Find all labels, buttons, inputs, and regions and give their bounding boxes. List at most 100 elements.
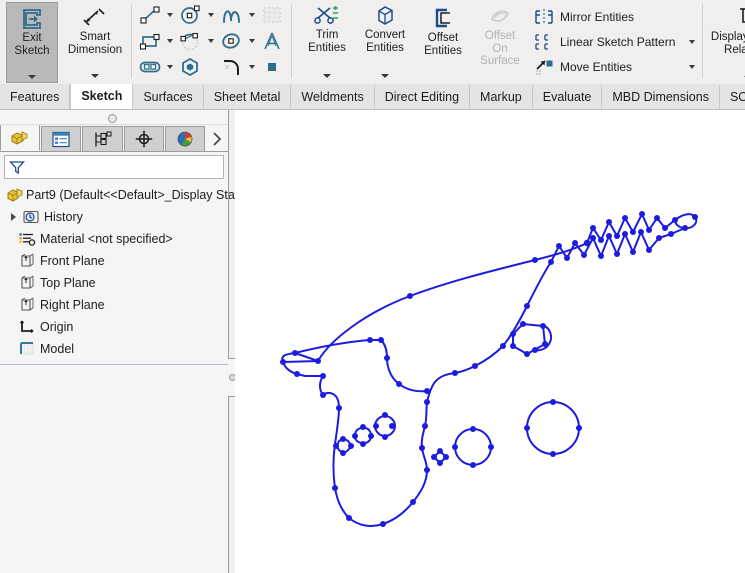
move-entities-label: Move Entities (560, 59, 633, 74)
convert-entities-dropdown-arrow[interactable] (381, 74, 389, 78)
ellipse-icon[interactable] (218, 29, 246, 53)
sketch-plane-icon[interactable] (259, 3, 287, 27)
offset-entities-label-1: Offset (427, 32, 459, 44)
sketch-fin-bottom (398, 383, 428, 393)
smart-dimension-icon (82, 5, 108, 31)
circle-tool-cell (176, 2, 217, 28)
tree-item-top-plane-label: Top Plane (40, 276, 96, 290)
arc-tool-cell (176, 28, 217, 54)
arc-tool-dropdown-arrow[interactable] (205, 29, 216, 53)
tree-item-right-plane[interactable]: Right Plane (0, 294, 228, 316)
property-manager-tab[interactable] (41, 126, 82, 151)
offset-entities-button[interactable]: Offset Entities (415, 0, 471, 84)
tab-weldments[interactable]: Weldments (291, 85, 375, 109)
ray-gun-sketch[interactable] (235, 110, 745, 573)
display-manager-tab[interactable] (164, 126, 206, 151)
line-tool-dropdown-arrow[interactable] (164, 3, 175, 27)
trim-entities-button[interactable]: Trim Entities (299, 0, 355, 81)
auto-show-pin-icon[interactable] (108, 114, 117, 123)
sketch-fillet-icon[interactable] (218, 55, 246, 79)
configuration-manager-tab[interactable] (82, 126, 123, 151)
spline-icon[interactable] (218, 3, 246, 27)
tab-evaluate[interactable]: Evaluate (533, 85, 603, 109)
history-expand-arrow[interactable] (6, 213, 20, 221)
tree-item-model[interactable]: Model (0, 338, 228, 360)
feature-tree: Part9 (Default<<Default>_Display Stat Hi… (0, 179, 238, 365)
ribbon-group-sketch-state: Exit Sketch (0, 0, 62, 84)
sketch-points[interactable] (280, 211, 698, 527)
tab-markup[interactable]: Markup (470, 85, 533, 109)
sketch-nose (281, 352, 319, 363)
linear-sketch-pattern-dropdown-arrow[interactable] (685, 39, 699, 44)
sketch-point-icon[interactable] (259, 55, 287, 79)
spline-tool-dropdown-arrow[interactable] (246, 3, 257, 27)
tree-bottom-separator (0, 364, 228, 365)
exit-sketch-dropdown-arrow[interactable] (28, 75, 36, 79)
trim-entities-dropdown-arrow[interactable] (323, 74, 331, 78)
exit-sketch-label-1: Exit (22, 32, 42, 44)
command-manager-tab-bar: Features Sketch Surfaces Sheet Metal Wel… (0, 84, 745, 110)
offset-entities-label-2: Entities (424, 44, 462, 57)
rectangle-tool-dropdown-arrow[interactable] (164, 29, 175, 53)
feature-manager-tab[interactable] (0, 124, 41, 151)
line-icon[interactable] (136, 3, 164, 27)
sketch-fin-curve (380, 339, 400, 385)
tab-sketch[interactable]: Sketch (70, 84, 134, 109)
dimxpert-icon (135, 130, 152, 148)
fillet-tool-dropdown-arrow[interactable] (246, 55, 257, 79)
tab-direct-editing[interactable]: Direct Editing (375, 85, 471, 109)
tab-features[interactable]: Features (0, 85, 71, 109)
tab-sheet-metal[interactable]: Sheet Metal (204, 85, 292, 109)
mirror-entities-button[interactable]: Mirror Entities (531, 4, 699, 29)
panel-tab-strip (0, 124, 228, 152)
tab-mbd-dimensions[interactable]: MBD Dimensions (602, 85, 720, 109)
slot-icon[interactable] (136, 55, 164, 79)
move-entities-button[interactable]: Move Entities (531, 54, 699, 79)
smart-dimension-dropdown-arrow[interactable] (91, 74, 99, 78)
trim-entities-label-2: Entities (308, 41, 346, 54)
tree-item-part[interactable]: Part9 (Default<<Default>_Display Stat (0, 184, 238, 206)
smart-dimension-button[interactable]: Smart Dimension (64, 2, 126, 81)
display-delete-relations-button[interactable]: Display/Delete Relations (706, 0, 745, 83)
panel-splitter[interactable] (222, 110, 236, 573)
tree-item-part-label: Part9 (Default<<Default>_Display Stat (26, 188, 239, 202)
sketch-circle-medium (454, 428, 492, 466)
arc-icon[interactable] (177, 29, 205, 53)
feature-tree-icon (11, 130, 28, 145)
convert-entities-icon (372, 3, 398, 29)
tab-solidworks-addins[interactable]: SOLIDWORKS Add (720, 85, 745, 109)
move-entities-dropdown-arrow[interactable] (685, 64, 699, 69)
rectangle-tool-cell (135, 28, 176, 54)
convert-entities-label-2: Entities (366, 41, 404, 54)
exit-sketch-button[interactable]: Exit Sketch (6, 2, 58, 83)
circle-icon[interactable] (177, 3, 205, 27)
feature-tree-filter[interactable] (4, 155, 224, 179)
linear-sketch-pattern-button[interactable]: Linear Sketch Pattern (531, 29, 699, 54)
ellipse-tool-dropdown-arrow[interactable] (246, 29, 257, 53)
ribbon-group-pattern-commands: Mirror Entities Linear Sketch Pattern Mo… (531, 0, 699, 84)
tree-item-history[interactable]: History (0, 206, 228, 228)
sketch-plane-cell (258, 2, 288, 28)
spline-tool-cell (217, 2, 258, 28)
convert-entities-label-1: Convert (364, 29, 406, 41)
graphics-area[interactable] (235, 110, 745, 573)
circle-tool-dropdown-arrow[interactable] (205, 3, 216, 27)
exit-sketch-label-2: Sketch (14, 44, 50, 57)
solidworks-window: Exit Sketch Smart Dimension Trim Entitie… (0, 0, 745, 573)
sketch-text-cell (258, 28, 288, 54)
sketch-text-icon[interactable] (259, 29, 287, 53)
offset-on-surface-label-1: Offset (484, 30, 516, 42)
sketch-front-lower (296, 373, 324, 377)
rectangle-icon[interactable] (136, 29, 164, 53)
polygon-icon[interactable] (177, 55, 205, 79)
tree-item-material[interactable]: Material <not specified> (0, 228, 228, 250)
tab-surfaces[interactable]: Surfaces (133, 85, 204, 109)
tree-item-front-plane[interactable]: Front Plane (0, 250, 228, 272)
mirror-entities-label: Mirror Entities (560, 9, 635, 24)
dimxpert-manager-tab[interactable] (123, 126, 164, 151)
convert-entities-button[interactable]: Convert Entities (355, 0, 415, 81)
slot-tool-dropdown-arrow[interactable] (164, 55, 175, 79)
tree-item-origin[interactable]: Origin (0, 316, 228, 338)
tree-item-top-plane[interactable]: Top Plane (0, 272, 228, 294)
exit-sketch-icon (20, 6, 44, 32)
